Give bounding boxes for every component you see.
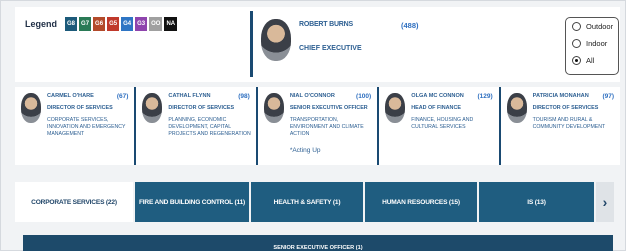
director-card[interactable]: PATRICIA MONAHAN (97) DIRECTOR OF SERVIC…	[498, 87, 620, 165]
filter-all[interactable]: All	[566, 52, 618, 69]
director-headcount: (97)	[602, 93, 615, 100]
director-role: DIRECTOR OF SERVICES	[168, 105, 235, 111]
top-panel: Legend G8 G7 G6 G5 G4 G3 OO NA ROBERT BU…	[15, 7, 620, 82]
director-headcount: (100)	[356, 93, 372, 100]
tab-health-and-safety[interactable]: HEALTH & SAFETY (1)	[251, 182, 363, 222]
director-avatar	[263, 93, 284, 123]
director-area: TOURISM AND RURAL & COMMUNITY DEVELOPMEN…	[532, 117, 606, 130]
tab-human-resources[interactable]: HUMAN RESOURCES (15)	[365, 182, 477, 222]
director-card[interactable]: NIAL O'CONNOR (100) SENIOR EXECUTIVE OFF…	[255, 87, 377, 165]
director-card[interactable]: CARMEL O'HARE (67) DIRECTOR OF SERVICES …	[15, 87, 134, 165]
director-name: PATRICIA MONAHAN	[532, 93, 589, 99]
director-area: FINANCE, HOUSING AND CULTURAL SERVICES	[411, 117, 474, 130]
director-area: TRANSPORTATION, ENVIRONMENT AND CLIMATE …	[289, 117, 364, 137]
ceo-title: CHIEF EXECUTIVE	[299, 45, 362, 52]
director-headcount: (98)	[238, 93, 250, 100]
director-headcount: (129)	[477, 93, 493, 100]
legend-swatch: G4	[121, 17, 134, 31]
radio-label: Outdoor	[586, 22, 614, 31]
director-name: NIAL O'CONNOR	[289, 93, 335, 99]
ceo-card[interactable]: ROBERT BURNS (488) CHIEF EXECUTIVE	[250, 11, 520, 77]
radio-outdoor[interactable]	[572, 22, 581, 31]
radio-indoor[interactable]	[572, 39, 581, 48]
director-avatar	[385, 93, 406, 123]
filter-indoor[interactable]: Indoor	[566, 35, 618, 52]
director-name: CARMEL O'HARE	[47, 93, 94, 99]
director-role: HEAD OF FINANCE	[411, 105, 461, 111]
director-role: DIRECTOR OF SERVICES	[47, 105, 113, 111]
legend-swatch: G7	[79, 17, 92, 31]
legend-swatch: G3	[135, 17, 148, 31]
legend-swatch: G6	[93, 17, 106, 31]
legend-title: Legend	[25, 19, 58, 29]
director-avatar	[506, 93, 527, 123]
director-card[interactable]: OLGA MC CONNON (129) HEAD OF FINANCE FIN…	[377, 87, 498, 165]
director-headcount: (67)	[116, 93, 129, 100]
section-header[interactable]: SENIOR EXECUTIVE OFFICER (1)	[23, 235, 613, 251]
tabs-next-arrow-icon[interactable]: ›	[596, 182, 614, 222]
org-chart-frame: Legend G8 G7 G6 G5 G4 G3 OO NA ROBERT BU…	[0, 0, 626, 251]
legend-swatch: OO	[149, 17, 163, 31]
legend-swatch: NA	[164, 17, 178, 31]
acting-up-note: *Acting Up	[289, 147, 321, 154]
department-tabs: CORPORATE SERVICES (22) FIRE AND BUILDIN…	[15, 182, 620, 222]
radio-all[interactable]	[572, 56, 581, 65]
director-area: CORPORATE SERVICES, INNOVATION AND EMERG…	[47, 117, 126, 137]
director-avatar	[21, 93, 41, 123]
director-role: SENIOR EXECUTIVE OFFICER	[289, 105, 368, 111]
director-name: CATHAL FLYNN	[168, 93, 211, 99]
ceo-name: ROBERT BURNS	[299, 21, 353, 28]
tab-fire-and-building-control[interactable]: FIRE AND BUILDING CONTROL (11)	[135, 182, 249, 222]
radio-label: Indoor	[586, 39, 608, 48]
director-card[interactable]: CATHAL FLYNN (98) DIRECTOR OF SERVICES P…	[134, 87, 255, 165]
radio-label: All	[586, 56, 595, 65]
location-filter: Outdoor Indoor All	[565, 17, 619, 75]
tab-is[interactable]: IS (13)	[479, 182, 594, 222]
director-area: PLANNING, ECONOMIC DEVELOPMENT, CAPITAL …	[168, 117, 251, 137]
director-avatar	[142, 93, 163, 123]
directors-row: CARMEL O'HARE (67) DIRECTOR OF SERVICES …	[15, 87, 620, 165]
ceo-headcount: (488)	[401, 21, 419, 30]
tab-corporate-services[interactable]: CORPORATE SERVICES (22)	[15, 182, 133, 222]
ceo-avatar	[261, 19, 291, 61]
filter-outdoor[interactable]: Outdoor	[566, 18, 618, 35]
director-role: DIRECTOR OF SERVICES	[532, 105, 599, 111]
legend: Legend G8 G7 G6 G5 G4 G3 OO NA	[25, 17, 178, 31]
legend-swatch: G5	[107, 17, 120, 31]
legend-swatch: G8	[65, 17, 78, 31]
director-name: OLGA MC CONNON	[411, 93, 464, 99]
